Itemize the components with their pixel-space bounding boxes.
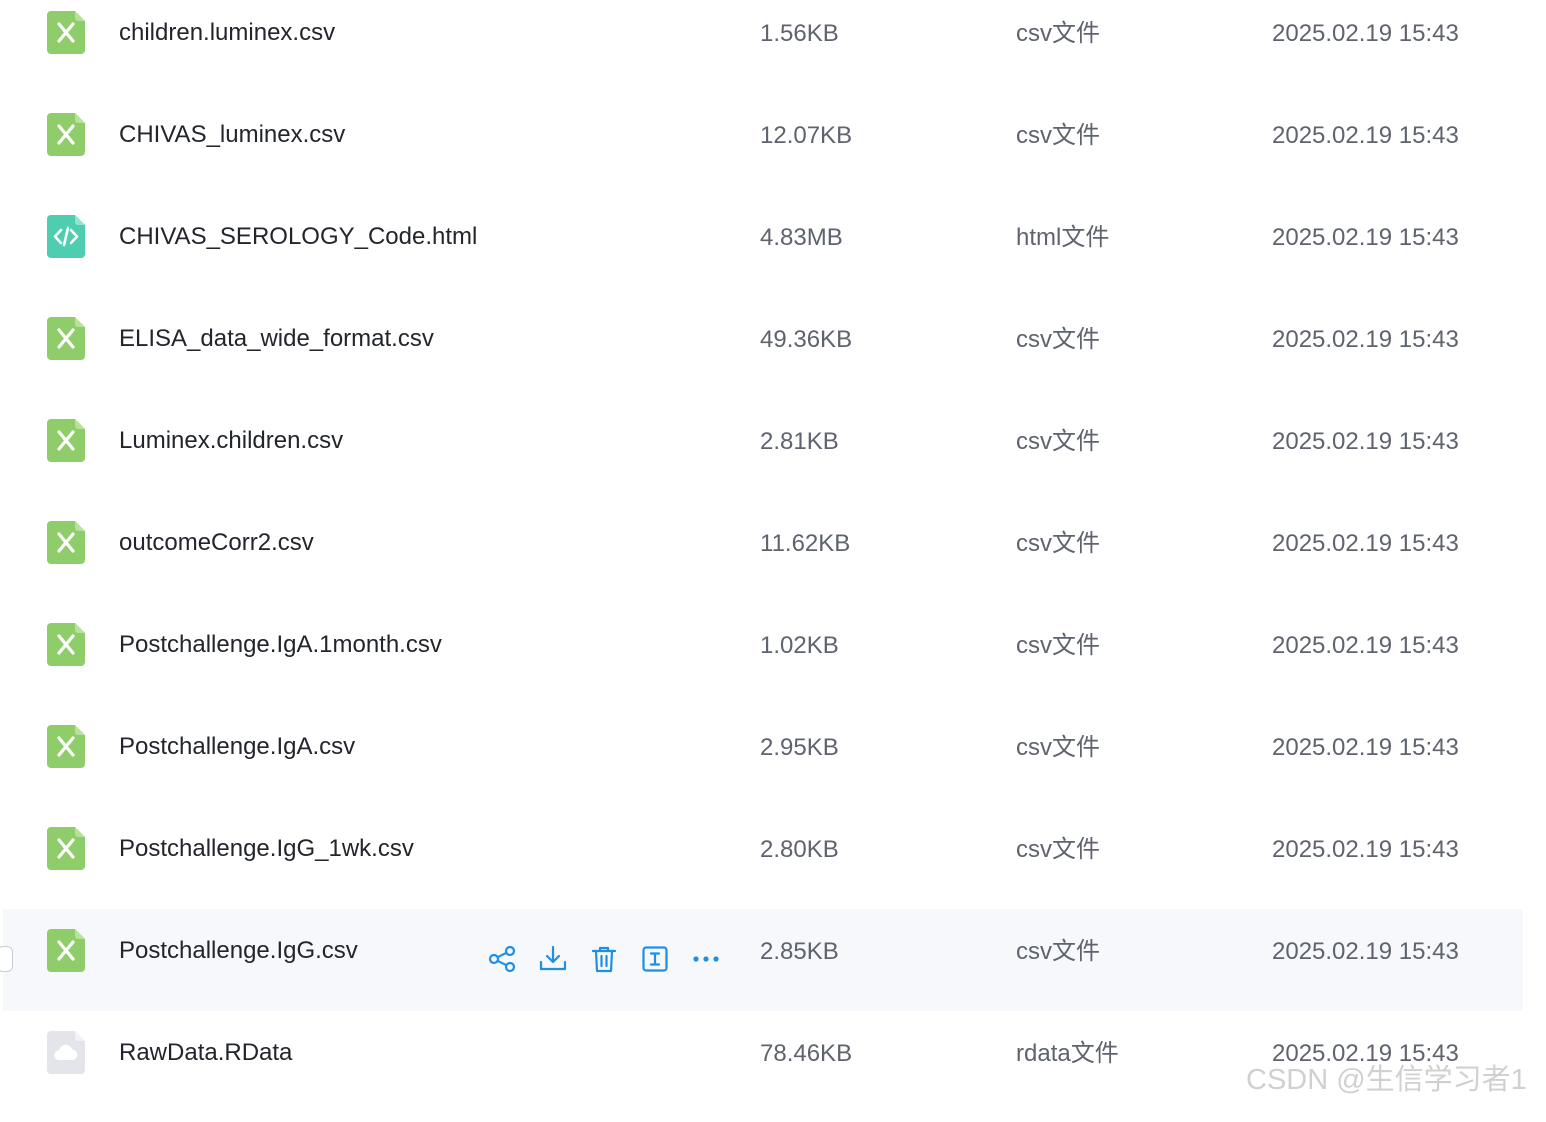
file-name[interactable]: Postchallenge.IgG_1wk.csv (119, 831, 414, 867)
file-row[interactable]: ELISA_data_wide_format.csv 49.36KB csv文件… (3, 297, 1523, 399)
file-name[interactable]: ELISA_data_wide_format.csv (119, 321, 434, 357)
file-row[interactable]: CHIVAS_luminex.csv 12.07KB csv文件 2025.02… (3, 93, 1523, 195)
watermark: CSDN @生信学习者1 (1246, 1064, 1527, 1096)
delete-icon[interactable] (587, 942, 621, 976)
file-size: 49.36KB (760, 326, 853, 353)
file-date: 2025.02.19 15:43 (1272, 224, 1459, 251)
file-type: csv文件 (1016, 20, 1100, 47)
file-type: csv文件 (1016, 326, 1100, 353)
file-name[interactable]: Postchallenge.IgG.csv (119, 933, 358, 969)
file-date: 2025.02.19 15:43 (1272, 632, 1459, 659)
excel-file-icon (47, 827, 85, 870)
file-size: 1.56KB (760, 20, 839, 47)
row-checkbox[interactable] (0, 946, 13, 972)
file-date: 2025.02.19 15:43 (1272, 122, 1459, 149)
file-date: 2025.02.19 15:43 (1272, 20, 1459, 47)
file-name[interactable]: outcomeCorr2.csv (119, 525, 314, 561)
excel-file-icon (47, 11, 85, 54)
file-size: 78.46KB (760, 1040, 853, 1067)
file-name[interactable]: children.luminex.csv (119, 15, 335, 51)
file-row[interactable]: Postchallenge.IgA.csv 2.95KB csv文件 2025.… (3, 705, 1523, 807)
excel-file-icon (47, 929, 85, 972)
file-row[interactable]: Luminex.children.csv 2.81KB csv文件 2025.0… (3, 399, 1523, 501)
file-row[interactable]: outcomeCorr2.csv 11.62KB csv文件 2025.02.1… (3, 501, 1523, 603)
file-size: 11.62KB (760, 530, 851, 557)
file-type: csv文件 (1016, 530, 1100, 557)
file-size: 2.80KB (760, 836, 839, 863)
more-icon[interactable] (689, 942, 723, 976)
file-size: 12.07KB (760, 122, 853, 149)
file-date: 2025.02.19 15:43 (1272, 326, 1459, 353)
file-date: 2025.02.19 15:43 (1272, 428, 1459, 455)
row-actions (485, 942, 740, 976)
file-name[interactable]: Luminex.children.csv (119, 423, 343, 459)
file-date: 2025.02.19 15:43 (1272, 938, 1459, 965)
file-name[interactable]: Postchallenge.IgA.csv (119, 729, 355, 765)
file-row[interactable]: children.luminex.csv 1.56KB csv文件 2025.0… (3, 0, 1523, 93)
cloud-file-icon (47, 1031, 85, 1074)
rename-icon[interactable] (638, 942, 672, 976)
excel-file-icon (47, 317, 85, 360)
file-date: 2025.02.19 15:43 (1272, 734, 1459, 761)
file-size: 2.81KB (760, 428, 839, 455)
file-type: csv文件 (1016, 632, 1100, 659)
code-file-icon (47, 215, 85, 258)
excel-file-icon (47, 113, 85, 156)
file-row[interactable]: Postchallenge.IgG_1wk.csv 2.80KB csv文件 2… (3, 807, 1523, 909)
file-row[interactable]: Postchallenge.IgA.1month.csv 1.02KB csv文… (3, 603, 1523, 705)
share-icon[interactable] (485, 942, 519, 976)
file-type: csv文件 (1016, 428, 1100, 455)
file-size: 2.95KB (760, 734, 839, 761)
excel-file-icon (47, 419, 85, 462)
file-date: 2025.02.19 15:43 (1272, 530, 1459, 557)
file-type: csv文件 (1016, 734, 1100, 761)
file-type: html文件 (1016, 224, 1110, 251)
file-type: csv文件 (1016, 836, 1100, 863)
file-name[interactable]: CHIVAS_SEROLOGY_Code.html (119, 219, 477, 255)
file-type: rdata文件 (1016, 1040, 1119, 1067)
file-list: children.luminex.csv 1.56KB csv文件 2025.0… (0, 0, 1546, 1122)
file-name[interactable]: CHIVAS_luminex.csv (119, 117, 345, 153)
excel-file-icon (47, 623, 85, 666)
file-size: 2.85KB (760, 938, 839, 965)
file-type: csv文件 (1016, 938, 1100, 965)
file-size: 4.83MB (760, 224, 843, 251)
excel-file-icon (47, 521, 85, 564)
file-row[interactable]: CHIVAS_SEROLOGY_Code.html 4.83MB html文件 … (3, 195, 1523, 297)
file-type: csv文件 (1016, 122, 1100, 149)
download-icon[interactable] (536, 942, 570, 976)
file-name[interactable]: RawData.RData (119, 1035, 292, 1071)
excel-file-icon (47, 725, 85, 768)
file-size: 1.02KB (760, 632, 839, 659)
file-name[interactable]: Postchallenge.IgA.1month.csv (119, 627, 442, 663)
file-date: 2025.02.19 15:43 (1272, 836, 1459, 863)
file-row-hovered[interactable]: Postchallenge.IgG.csv 2.85KB csv文件 2025.… (0, 909, 1523, 1011)
